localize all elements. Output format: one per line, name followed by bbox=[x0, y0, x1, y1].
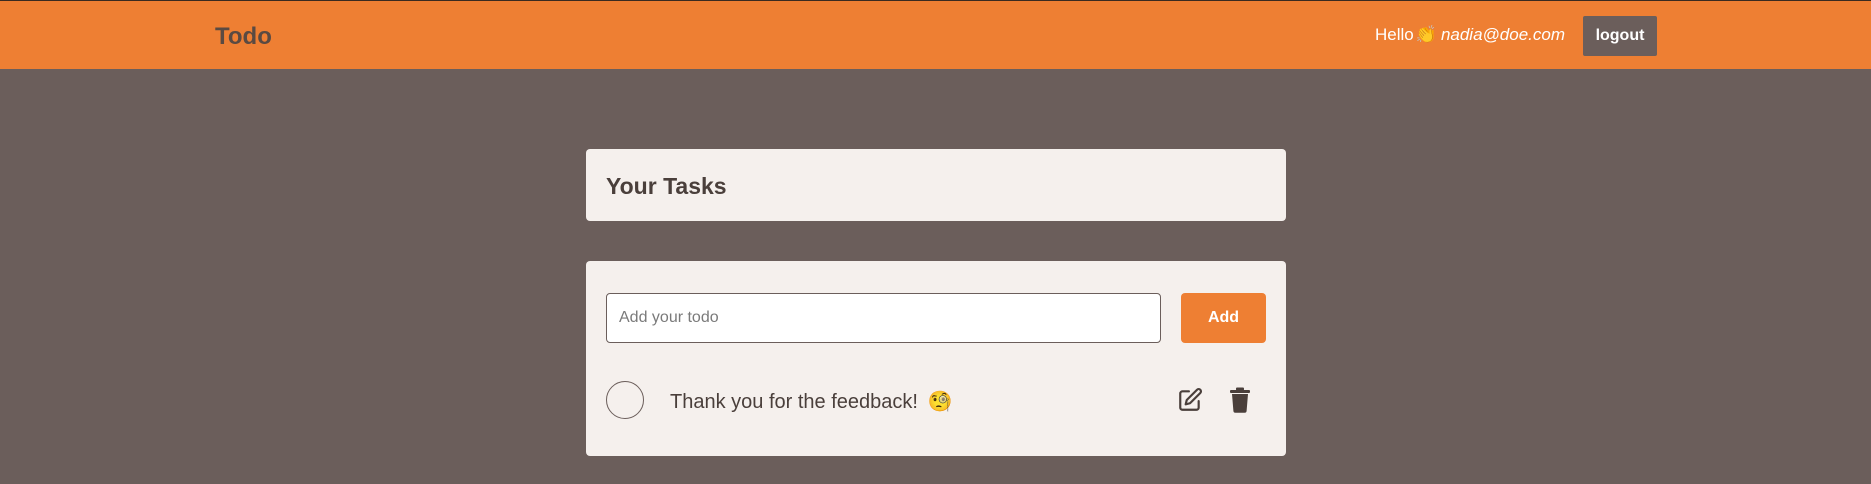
task-item: Thank you for the feedback! 🧐 bbox=[606, 379, 1266, 423]
clapping-hands-icon: 👏 bbox=[1415, 25, 1437, 44]
user-greeting: Hello 👏 nadia@doe.com bbox=[1375, 25, 1565, 45]
task-text: Thank you for the feedback! 🧐 bbox=[670, 389, 952, 414]
logout-button[interactable]: logout bbox=[1583, 16, 1657, 56]
tasks-card: Add Thank you for the feedback! 🧐 bbox=[586, 261, 1286, 456]
navbar: Todo Hello 👏 nadia@doe.com logout bbox=[0, 0, 1871, 69]
todo-input[interactable] bbox=[606, 293, 1161, 343]
tasks-header-card: Your Tasks bbox=[586, 149, 1286, 221]
brand-logo[interactable]: Todo bbox=[215, 23, 272, 51]
task-label: Thank you for the feedback! bbox=[670, 391, 918, 413]
page-title: Your Tasks bbox=[606, 173, 727, 199]
task-complete-checkbox[interactable] bbox=[606, 381, 644, 419]
edit-icon[interactable] bbox=[1177, 387, 1203, 413]
greeting-text: Hello bbox=[1375, 25, 1414, 44]
user-email: nadia@doe.com bbox=[1440, 25, 1565, 44]
monocle-face-icon: 🧐 bbox=[927, 391, 953, 413]
trash-icon[interactable] bbox=[1229, 387, 1251, 413]
add-todo-button[interactable]: Add bbox=[1181, 293, 1266, 343]
